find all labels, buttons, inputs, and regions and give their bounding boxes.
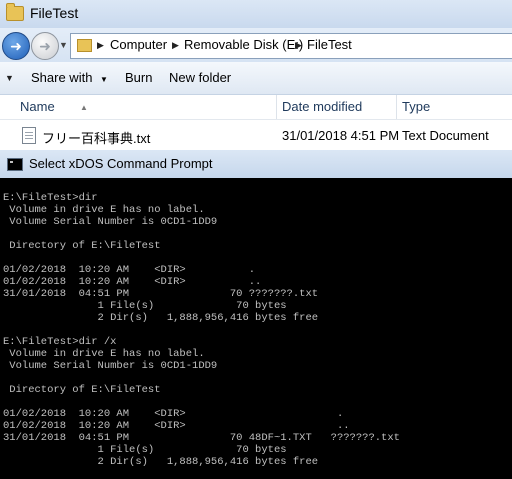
breadcrumb-arrow-icon[interactable]: ▶ [295,40,302,51]
console-line: 2 Dir(s) 1,888,956,416 bytes free [3,456,319,468]
xdos-window: Select xDOS Command Prompt E:\FileTest>d… [0,150,512,479]
file-row[interactable]: フリー百科事典.txt 31/01/2018 4:51 PM Text Docu… [0,120,512,150]
organize-chevron-icon[interactable]: ▼ [5,73,14,83]
folder-icon [6,3,24,21]
address-bar: ➜ ➜ ▼ ▶ Computer ▶ Removable Disk (E:) ▶… [0,28,512,62]
console-line: 31/01/2018 04:51 PM 70 ???????.txt [3,288,319,300]
console-line: Volume in drive E has no label. [3,348,205,360]
console-line: Directory of E:\FileTest [3,240,161,252]
breadcrumb-filetest[interactable]: FileTest [307,37,352,52]
forward-button[interactable]: ➜ [31,32,59,60]
explorer-window: FileTest ➜ ➜ ▼ ▶ Computer ▶ Removable Di… [0,0,512,150]
console-line: 01/02/2018 10:20 AM <DIR> .. [3,420,350,432]
file-date-modified: 31/01/2018 4:51 PM [282,128,400,143]
column-header-row: Name ▲ Date modified Type [0,95,512,120]
console-line: 01/02/2018 10:20 AM <DIR> . [3,408,344,420]
share-with-button[interactable]: Share with ▼ [31,70,108,85]
console-line: 01/02/2018 10:20 AM <DIR> . [3,264,256,276]
console-line: 01/02/2018 10:20 AM <DIR> .. [3,276,262,288]
console-line: E:\FileTest>dir [3,192,98,204]
console-line: 1 File(s) 70 bytes [3,300,287,312]
console-line: Volume Serial Number is 0CD1-1DD9 [3,360,218,372]
text-file-icon [22,127,36,144]
breadcrumb-computer[interactable]: Computer [110,37,167,52]
breadcrumb-arrow-icon[interactable]: ▶ [172,40,179,51]
console-line: Volume in drive E has no label. [3,204,205,216]
burn-button[interactable]: Burn [125,70,152,85]
column-name-label: Name [20,99,55,114]
console-line: 31/01/2018 04:51 PM 70 48DF~1.TXT ??????… [3,432,400,444]
xdos-window-title: Select xDOS Command Prompt [29,156,213,171]
console-line: 1 File(s) 70 bytes [3,444,287,456]
sort-ascending-icon: ▲ [80,103,88,112]
console-output[interactable]: E:\FileTest>dir Volume in drive E has no… [0,178,512,479]
folder-icon [77,39,92,52]
command-prompt-icon [7,158,23,171]
share-with-label: Share with [31,70,93,85]
column-header-type[interactable]: Type [402,95,430,119]
recent-pages-dropdown-icon[interactable]: ▼ [59,40,68,50]
breadcrumb-removable-disk[interactable]: Removable Disk (E:) [184,37,303,52]
file-type: Text Document [402,128,489,143]
console-line: E:\FileTest>dir /x [3,336,117,348]
column-header-name[interactable]: Name ▲ [20,95,88,119]
breadcrumb-arrow-icon[interactable]: ▶ [97,40,104,51]
chevron-down-icon: ▼ [100,75,108,84]
file-name: フリー百科事典.txt [42,131,151,146]
explorer-titlebar[interactable]: FileTest [0,0,512,28]
column-divider[interactable] [276,95,277,119]
back-button[interactable]: ➜ [2,32,30,60]
address-input[interactable]: ▶ Computer ▶ Removable Disk (E:) ▶ FileT… [70,33,512,59]
command-bar: ▼ Share with ▼ Burn New folder [0,62,512,95]
window-title: FileTest [30,5,79,21]
new-folder-button[interactable]: New folder [169,70,231,85]
console-line: Directory of E:\FileTest [3,384,161,396]
console-line: 2 Dir(s) 1,888,956,416 bytes free [3,312,319,324]
column-divider[interactable] [396,95,397,119]
column-header-date-modified[interactable]: Date modified [282,95,362,119]
xdos-titlebar[interactable]: Select xDOS Command Prompt [0,150,512,178]
console-line: Volume Serial Number is 0CD1-1DD9 [3,216,218,228]
